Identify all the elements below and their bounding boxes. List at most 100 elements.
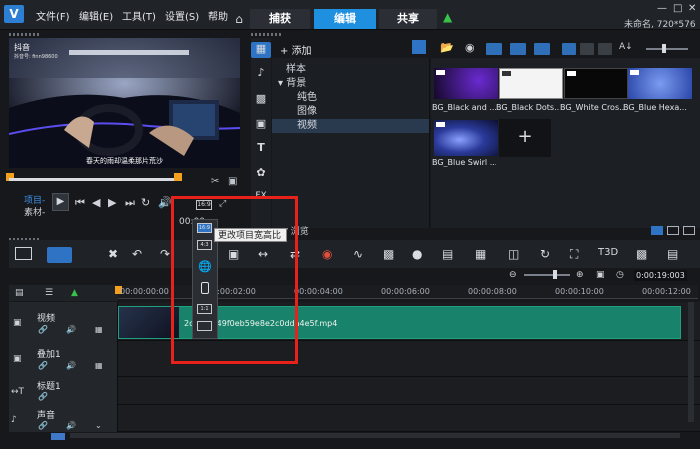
horizontal-scrollbar[interactable] <box>70 433 680 438</box>
volume-icon[interactable]: 🔊 <box>158 196 172 209</box>
repeat-icon[interactable]: ↻ <box>141 196 150 209</box>
grid-view-icon[interactable] <box>598 43 612 55</box>
link-icon[interactable]: 🔗 <box>38 421 48 430</box>
track-manager-icon[interactable]: ▤ <box>15 288 24 298</box>
instant-project-icon[interactable]: ♪ <box>251 66 271 82</box>
redo-icon[interactable]: ↷ <box>160 247 170 261</box>
mode-clip[interactable]: 素材- <box>24 207 45 219</box>
multicam-icon[interactable]: ▦ <box>475 247 486 261</box>
menu-edit[interactable]: 编辑(E) <box>79 8 113 23</box>
subtitle-icon[interactable]: ▤ <box>442 247 453 261</box>
audio-wave-icon[interactable]: ∿ <box>353 247 363 261</box>
maximize-icon[interactable]: □ <box>673 3 682 14</box>
show-video-icon[interactable] <box>486 43 502 55</box>
timeline-scroll-button[interactable] <box>51 433 65 440</box>
home-start-icon[interactable]: ⏮ <box>75 196 85 210</box>
thumb-bg-white-cross[interactable] <box>564 68 628 99</box>
mute-icon[interactable]: 🔊 <box>66 361 76 370</box>
detail-view-icon[interactable] <box>580 43 594 55</box>
zoom-out-icon[interactable]: ⊖ <box>509 270 517 280</box>
undo-icon[interactable]: ↶ <box>132 247 142 261</box>
end-icon[interactable]: ⏭ <box>125 196 135 210</box>
add-folder-button[interactable]: + 添加 <box>280 42 312 57</box>
mute-icon[interactable]: 🔊 <box>66 421 76 430</box>
snapshot-icon[interactable]: ▣ <box>228 176 237 187</box>
thumb-bg-black-dots[interactable] <box>499 68 563 99</box>
record-icon[interactable]: ◉ <box>465 41 475 54</box>
pin-icon[interactable] <box>412 40 426 54</box>
tab-edit[interactable]: 编辑 <box>314 9 376 29</box>
mark-out-handle[interactable] <box>174 173 182 181</box>
expand-icon[interactable]: ⌄ <box>95 421 102 430</box>
link-icon[interactable]: 🔗 <box>38 392 48 401</box>
play-mode[interactable]: 项目- 素材- <box>24 195 45 219</box>
transition-icon[interactable]: ▩ <box>251 92 271 108</box>
prev-frame-icon[interactable]: ◀ <box>92 196 100 209</box>
library-option2-icon[interactable] <box>667 226 679 235</box>
list-view-icon[interactable] <box>562 43 576 55</box>
scissors-icon[interactable]: ✂ <box>211 176 219 187</box>
zoom-slider[interactable] <box>524 274 570 276</box>
menu-settings[interactable]: 设置(S) <box>165 8 199 23</box>
filter-icon[interactable]: ✿ <box>251 166 271 182</box>
show-audio-icon[interactable] <box>534 43 550 55</box>
project-duration[interactable]: 0:00:19:003 <box>634 270 687 281</box>
toolbox-icon[interactable]: ✖ <box>108 247 118 261</box>
sort-icon[interactable]: A↓ <box>619 42 633 52</box>
fit-timeline-icon[interactable]: ▣ <box>596 270 605 280</box>
link-icon[interactable]: 🔗 <box>38 325 48 334</box>
tree-node-image[interactable]: 图像 <box>297 105 317 119</box>
loop-icon[interactable]: ↻ <box>540 247 550 261</box>
menu-file[interactable]: 文件(F) <box>36 8 70 23</box>
import-folder-icon[interactable]: 📂 <box>440 41 454 54</box>
zoom-thumb[interactable] <box>553 270 557 279</box>
library-edit-icon[interactable] <box>683 226 695 235</box>
tree-node-background[interactable]: ▾ 背景 <box>278 77 306 91</box>
show-photo-icon[interactable] <box>510 43 526 55</box>
track-name-title: 标题1 <box>37 382 61 392</box>
motion-icon[interactable]: ▩ <box>383 247 394 261</box>
thumb-bg-blue-swirl[interactable] <box>434 120 498 156</box>
home-icon[interactable]: ⌂ <box>229 9 249 29</box>
minimize-icon[interactable]: — <box>657 3 667 14</box>
mode-project[interactable]: 项目- <box>24 195 45 207</box>
menu-tools[interactable]: 工具(T) <box>122 8 156 23</box>
tab-capture[interactable]: 捕获 <box>250 9 310 29</box>
tree-node-sample[interactable]: 样本 <box>286 63 306 77</box>
graphics-icon[interactable]: ▣ <box>251 117 271 133</box>
tree-node-video[interactable]: 视频 <box>272 119 429 133</box>
storyboard-view-icon[interactable] <box>15 247 32 260</box>
title-3d-icon[interactable]: T3D <box>598 247 618 258</box>
upload-icon[interactable]: ▲ <box>443 10 452 24</box>
media-icon[interactable]: ▦ <box>251 42 271 58</box>
mask-icon[interactable]: ● <box>412 247 422 261</box>
tree-node-solid[interactable]: 纯色 <box>297 91 317 105</box>
tab-share[interactable]: 共享 <box>379 9 437 29</box>
add-media-tile[interactable]: + <box>499 119 551 157</box>
timeline-view-icon[interactable] <box>47 247 72 263</box>
mute-icon[interactable]: 🔊 <box>66 325 76 334</box>
scrub-bar[interactable] <box>9 178 179 181</box>
crop-icon[interactable]: ⛶ <box>570 247 578 262</box>
record-screen-icon[interactable]: ▩ <box>636 247 647 261</box>
next-frame-icon[interactable]: ▶ <box>108 196 116 209</box>
slider-thumb[interactable] <box>662 44 666 53</box>
ripple-edit-icon[interactable]: ▦ <box>95 361 103 370</box>
split-screen-icon[interactable]: ◫ <box>508 247 519 261</box>
close-icon[interactable]: ✕ <box>688 3 696 14</box>
play-button[interactable]: ▶ <box>52 193 69 211</box>
ripple-edit-icon[interactable]: ▦ <box>95 325 103 334</box>
export-icon[interactable]: ▤ <box>667 247 678 261</box>
zoom-in-icon[interactable]: ⊕ <box>576 270 584 280</box>
thumb-bg-blue-hexa[interactable] <box>628 68 692 99</box>
library-option-icon[interactable] <box>651 226 663 235</box>
thumb-size-slider[interactable] <box>646 48 688 50</box>
vertical-scrollbar[interactable] <box>688 302 694 422</box>
chapter-icon[interactable]: ☰ <box>45 288 53 298</box>
link-icon[interactable]: 🔗 <box>38 361 48 370</box>
thumb-bg-black-and[interactable] <box>434 68 498 99</box>
title-icon[interactable]: T <box>251 141 271 157</box>
menu-help[interactable]: 帮助 <box>208 8 228 23</box>
add-marker-icon[interactable]: ▲ <box>71 288 78 298</box>
color-grading-icon[interactable]: ◉ <box>322 247 332 261</box>
